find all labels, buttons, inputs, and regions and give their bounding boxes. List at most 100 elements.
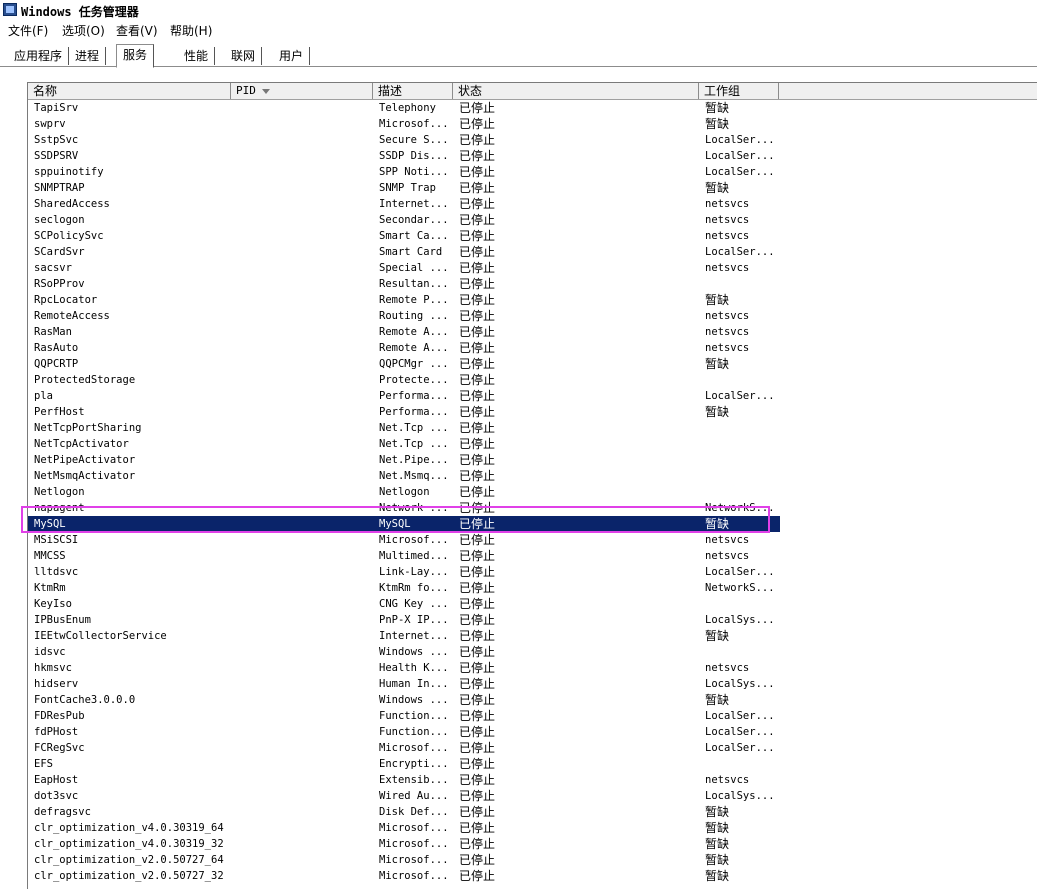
table-row[interactable]: swprv Microsof... 已停止 暂缺 bbox=[28, 116, 780, 132]
table-row[interactable]: FontCache3.0.0.0 Windows ... 已停止 暂缺 bbox=[28, 692, 780, 708]
table-row[interactable]: RpcLocator Remote P... 已停止 暂缺 bbox=[28, 292, 780, 308]
table-row[interactable]: lltdsvc Link-Lay... 已停止 LocalSer... bbox=[28, 564, 780, 580]
table-row[interactable]: Netlogon Netlogon 已停止 bbox=[28, 484, 780, 500]
table-row[interactable]: hidserv Human In... 已停止 LocalSys... bbox=[28, 676, 780, 692]
service-status-cell: 已停止 bbox=[459, 229, 496, 243]
table-row[interactable]: ProtectedStorage Protecte... 已停止 bbox=[28, 372, 780, 388]
table-row[interactable]: FCRegSvc Microsof... 已停止 LocalSer... bbox=[28, 740, 780, 756]
table-row[interactable]: FDResPub Function... 已停止 LocalSer... bbox=[28, 708, 780, 724]
column-header-name[interactable]: 名称 bbox=[28, 83, 231, 99]
service-group-cell: LocalSys... bbox=[705, 678, 775, 690]
table-row[interactable]: NetTcpActivator Net.Tcp ... 已停止 bbox=[28, 436, 780, 452]
table-row[interactable]: IEEtwCollectorService Internet... 已停止 暂缺 bbox=[28, 628, 780, 644]
table-row[interactable]: EapHost Extensib... 已停止 netsvcs bbox=[28, 772, 780, 788]
table-row[interactable]: fdPHost Function... 已停止 LocalSer... bbox=[28, 724, 780, 740]
table-row[interactable]: napagent Network ... 已停止 NetworkS... bbox=[28, 500, 780, 516]
table-row[interactable]: pla Performa... 已停止 LocalSer... bbox=[28, 388, 780, 404]
table-row[interactable]: NetPipeActivator Net.Pipe... 已停止 bbox=[28, 452, 780, 468]
table-row[interactable]: QQPCRTP QQPCMgr ... 已停止 暂缺 bbox=[28, 356, 780, 372]
table-row[interactable]: KeyIso CNG Key ... 已停止 bbox=[28, 596, 780, 612]
table-row[interactable]: defragsvc Disk Def... 已停止 暂缺 bbox=[28, 804, 780, 820]
column-header-description[interactable]: 描述 bbox=[373, 83, 453, 99]
table-row[interactable]: idsvc Windows ... 已停止 bbox=[28, 644, 780, 660]
service-name-cell: RasAuto bbox=[34, 342, 79, 354]
service-description-cell: Routing ... bbox=[379, 310, 449, 322]
service-description-cell: Protecte... bbox=[379, 374, 449, 386]
service-status-cell: 已停止 bbox=[459, 757, 496, 771]
table-row[interactable]: RSoPProv Resultan... 已停止 bbox=[28, 276, 780, 292]
service-status-cell: 已停止 bbox=[459, 469, 496, 483]
table-row[interactable]: KtmRm KtmRm fo... 已停止 NetworkS... bbox=[28, 580, 780, 596]
service-name-cell: KeyIso bbox=[34, 598, 72, 610]
service-group-cell: 暂缺 bbox=[705, 869, 730, 883]
column-header-status-label: 状态 bbox=[458, 84, 483, 98]
table-row[interactable]: EFS Encrypti... 已停止 bbox=[28, 756, 780, 772]
table-row[interactable]: SSDPSRV SSDP Dis... 已停止 LocalSer... bbox=[28, 148, 780, 164]
table-row[interactable]: RasAuto Remote A... 已停止 netsvcs bbox=[28, 340, 780, 356]
table-row[interactable]: dot3svc Wired Au... 已停止 LocalSys... bbox=[28, 788, 780, 804]
table-row[interactable]: clr_optimization_v4.0.30319_32 Microsof..… bbox=[28, 836, 780, 852]
service-status-cell: 已停止 bbox=[459, 277, 496, 291]
service-description-cell: Disk Def... bbox=[379, 806, 449, 818]
tab-networking[interactable]: 联网 bbox=[225, 47, 263, 65]
table-row[interactable]: SCardSvr Smart Card 已停止 LocalSer... bbox=[28, 244, 780, 260]
service-name-cell: QQPCRTP bbox=[34, 358, 79, 370]
menu-view[interactable]: 查看(V) bbox=[114, 22, 160, 39]
service-description-cell: Net.Tcp ... bbox=[379, 422, 449, 434]
service-group-cell: netsvcs bbox=[705, 534, 750, 546]
sort-descending-icon bbox=[261, 88, 270, 94]
service-group-cell: 暂缺 bbox=[705, 805, 730, 819]
service-group-cell: LocalSer... bbox=[705, 246, 775, 258]
table-row[interactable]: SCPolicySvc Smart Ca... 已停止 netsvcs bbox=[28, 228, 780, 244]
services-list[interactable]: 名称 PID 描述 状态 工作组 TapiSrv Telephony 已停止 暂缺 sw… bbox=[27, 82, 1037, 889]
table-row[interactable]: NetMsmqActivator Net.Msmq... 已停止 bbox=[28, 468, 780, 484]
table-row[interactable]: MSiSCSI Microsof... 已停止 netsvcs bbox=[28, 532, 780, 548]
tab-processes[interactable]: 进程 bbox=[69, 47, 107, 65]
service-name-cell: sppuinotify bbox=[34, 166, 104, 178]
table-row[interactable]: PerfHost Performa... 已停止 暂缺 bbox=[28, 404, 780, 420]
service-group-cell: netsvcs bbox=[705, 342, 750, 354]
table-row[interactable]: MySQL MySQL 已停止 暂缺 bbox=[28, 516, 780, 532]
menu-help[interactable]: 帮助(H) bbox=[168, 22, 214, 39]
table-row[interactable]: clr_optimization_v2.0.50727_64 Microsof..… bbox=[28, 852, 780, 868]
column-header-status[interactable]: 状态 bbox=[453, 83, 699, 99]
table-row[interactable]: clr_optimization_v2.0.50727_32 Microsof..… bbox=[28, 868, 780, 884]
table-row[interactable]: TapiSrv Telephony 已停止 暂缺 bbox=[28, 100, 780, 116]
service-name-cell: MMCSS bbox=[34, 550, 66, 562]
service-name-cell: defragsvc bbox=[34, 806, 91, 818]
table-row[interactable]: seclogon Secondar... 已停止 netsvcs bbox=[28, 212, 780, 228]
table-row[interactable]: sppuinotify SPP Noti... 已停止 LocalSer... bbox=[28, 164, 780, 180]
table-row[interactable]: sacsvr Special ... 已停止 netsvcs bbox=[28, 260, 780, 276]
service-group-cell: NetworkS... bbox=[705, 582, 775, 594]
table-row[interactable]: RemoteAccess Routing ... 已停止 netsvcs bbox=[28, 308, 780, 324]
table-row[interactable]: NetTcpPortSharing Net.Tcp ... 已停止 bbox=[28, 420, 780, 436]
service-status-cell: 已停止 bbox=[459, 389, 496, 403]
service-name-cell: FontCache3.0.0.0 bbox=[34, 694, 136, 706]
table-row[interactable]: SharedAccess Internet... 已停止 netsvcs bbox=[28, 196, 780, 212]
table-row[interactable]: clr_optimization_v4.0.30319_64 Microsof..… bbox=[28, 820, 780, 836]
column-header-pid[interactable]: PID bbox=[231, 83, 373, 99]
service-status-cell: 已停止 bbox=[459, 261, 496, 275]
table-row[interactable]: RasMan Remote A... 已停止 netsvcs bbox=[28, 324, 780, 340]
table-row[interactable]: SNMPTRAP SNMP Trap 已停止 暂缺 bbox=[28, 180, 780, 196]
tab-performance[interactable]: 性能 bbox=[178, 47, 216, 65]
service-group-cell: 暂缺 bbox=[705, 357, 730, 371]
service-description-cell: Microsof... bbox=[379, 534, 449, 546]
column-header-group[interactable]: 工作组 bbox=[699, 83, 779, 99]
tab-users[interactable]: 用户 bbox=[273, 47, 311, 65]
table-row[interactable]: SstpSvc Secure S... 已停止 LocalSer... bbox=[28, 132, 780, 148]
service-status-cell: 已停止 bbox=[459, 837, 496, 851]
column-header-name-label: 名称 bbox=[33, 84, 58, 98]
table-row[interactable]: MMCSS Multimed... 已停止 netsvcs bbox=[28, 548, 780, 564]
service-name-cell: SharedAccess bbox=[34, 198, 110, 210]
table-row[interactable]: IPBusEnum PnP-X IP... 已停止 LocalSys... bbox=[28, 612, 780, 628]
service-group-cell: netsvcs bbox=[705, 550, 750, 562]
service-group-cell: netsvcs bbox=[705, 198, 750, 210]
menu-file[interactable]: 文件(F) bbox=[6, 22, 50, 39]
service-description-cell: Special ... bbox=[379, 262, 449, 274]
service-name-cell: RSoPProv bbox=[34, 278, 85, 290]
tab-applications[interactable]: 应用程序 bbox=[8, 47, 70, 65]
table-row[interactable]: hkmsvc Health K... 已停止 netsvcs bbox=[28, 660, 780, 676]
menu-options[interactable]: 选项(O) bbox=[60, 22, 107, 39]
tab-services[interactable]: 服务 bbox=[116, 44, 155, 68]
